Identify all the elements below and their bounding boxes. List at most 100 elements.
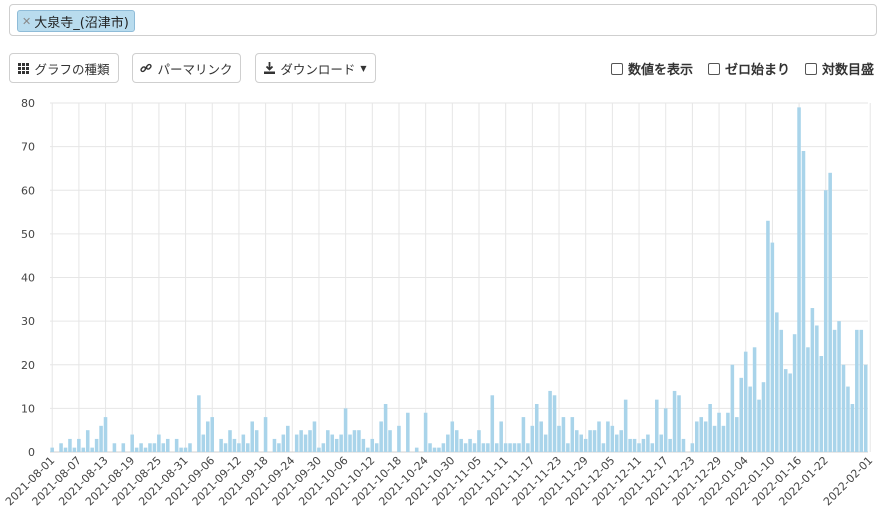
- bar[interactable]: [650, 443, 655, 452]
- bar[interactable]: [828, 172, 832, 453]
- bar[interactable]: [792, 334, 797, 452]
- bar[interactable]: [534, 404, 539, 452]
- bar[interactable]: [806, 347, 810, 452]
- bar[interactable]: [579, 434, 583, 452]
- bar[interactable]: [463, 443, 468, 452]
- bar[interactable]: [450, 421, 455, 452]
- bar[interactable]: [308, 430, 312, 452]
- bar[interactable]: [459, 438, 463, 452]
- bar[interactable]: [770, 242, 775, 452]
- bar[interactable]: [446, 434, 450, 452]
- bar[interactable]: [721, 425, 726, 452]
- bar[interactable]: [614, 434, 619, 452]
- bar[interactable]: [641, 438, 646, 452]
- bar[interactable]: [637, 443, 641, 452]
- bar[interactable]: [228, 430, 232, 452]
- bar[interactable]: [161, 443, 166, 452]
- bar[interactable]: [72, 447, 77, 452]
- bar[interactable]: [348, 434, 352, 452]
- bar[interactable]: [775, 312, 779, 452]
- bar[interactable]: [90, 447, 94, 452]
- bar[interactable]: [717, 412, 721, 452]
- bar[interactable]: [59, 443, 63, 452]
- bar[interactable]: [566, 443, 570, 452]
- bar[interactable]: [761, 382, 766, 452]
- bar[interactable]: [859, 329, 864, 452]
- bar[interactable]: [597, 421, 601, 452]
- bar[interactable]: [343, 408, 348, 452]
- bar[interactable]: [499, 421, 503, 452]
- bar[interactable]: [632, 438, 637, 452]
- bar[interactable]: [437, 447, 441, 452]
- bar[interactable]: [241, 434, 246, 452]
- bar[interactable]: [334, 438, 339, 452]
- bar[interactable]: [503, 443, 508, 452]
- bar[interactable]: [730, 364, 735, 452]
- bar[interactable]: [388, 430, 392, 452]
- bar[interactable]: [757, 399, 761, 452]
- bar[interactable]: [801, 150, 806, 453]
- bar[interactable]: [668, 438, 672, 452]
- bar[interactable]: [832, 329, 837, 452]
- bar[interactable]: [477, 430, 481, 452]
- bar[interactable]: [406, 412, 410, 452]
- bar[interactable]: [134, 447, 139, 452]
- bar[interactable]: [779, 329, 784, 452]
- bar[interactable]: [432, 447, 437, 452]
- bar[interactable]: [841, 364, 846, 452]
- bar[interactable]: [819, 356, 824, 452]
- bar[interactable]: [823, 190, 828, 452]
- bar[interactable]: [663, 408, 668, 452]
- bar[interactable]: [863, 364, 868, 452]
- bar[interactable]: [481, 443, 486, 452]
- bar[interactable]: [68, 438, 72, 452]
- bar[interactable]: [428, 443, 432, 452]
- bar[interactable]: [739, 377, 744, 452]
- bar[interactable]: [294, 434, 299, 452]
- bar[interactable]: [263, 417, 268, 452]
- bar[interactable]: [50, 447, 54, 452]
- bar[interactable]: [766, 220, 770, 452]
- bar[interactable]: [606, 421, 610, 452]
- bar[interactable]: [339, 434, 343, 452]
- bar[interactable]: [379, 421, 383, 452]
- bar[interactable]: [539, 421, 543, 452]
- bar[interactable]: [317, 447, 321, 452]
- bar[interactable]: [312, 421, 317, 452]
- bar[interactable]: [743, 351, 748, 452]
- bar[interactable]: [699, 417, 704, 452]
- bar[interactable]: [557, 425, 561, 452]
- bar[interactable]: [210, 417, 214, 452]
- bar[interactable]: [352, 430, 357, 452]
- bar[interactable]: [370, 438, 375, 452]
- bar[interactable]: [837, 321, 841, 452]
- bar[interactable]: [574, 430, 579, 452]
- bar[interactable]: [201, 434, 206, 452]
- bar[interactable]: [414, 447, 419, 452]
- bar[interactable]: [152, 443, 157, 452]
- bar[interactable]: [423, 412, 428, 452]
- bar[interactable]: [628, 438, 632, 452]
- bar[interactable]: [583, 438, 588, 452]
- bar[interactable]: [530, 425, 535, 452]
- bar[interactable]: [397, 425, 401, 452]
- bar[interactable]: [752, 347, 757, 452]
- bar[interactable]: [619, 430, 623, 452]
- bar[interactable]: [592, 430, 597, 452]
- bar[interactable]: [552, 395, 557, 452]
- bar[interactable]: [81, 447, 86, 452]
- bar[interactable]: [286, 425, 290, 452]
- bar[interactable]: [361, 438, 366, 452]
- bar[interactable]: [357, 430, 361, 452]
- bar[interactable]: [237, 443, 241, 452]
- bar[interactable]: [810, 308, 815, 452]
- bar[interactable]: [205, 421, 210, 452]
- bar[interactable]: [303, 434, 308, 452]
- bar[interactable]: [788, 373, 792, 452]
- bar[interactable]: [454, 430, 459, 452]
- bar[interactable]: [623, 399, 628, 452]
- bar[interactable]: [143, 447, 148, 452]
- bar[interactable]: [77, 438, 81, 452]
- bar[interactable]: [112, 443, 117, 452]
- bar[interactable]: [797, 107, 801, 453]
